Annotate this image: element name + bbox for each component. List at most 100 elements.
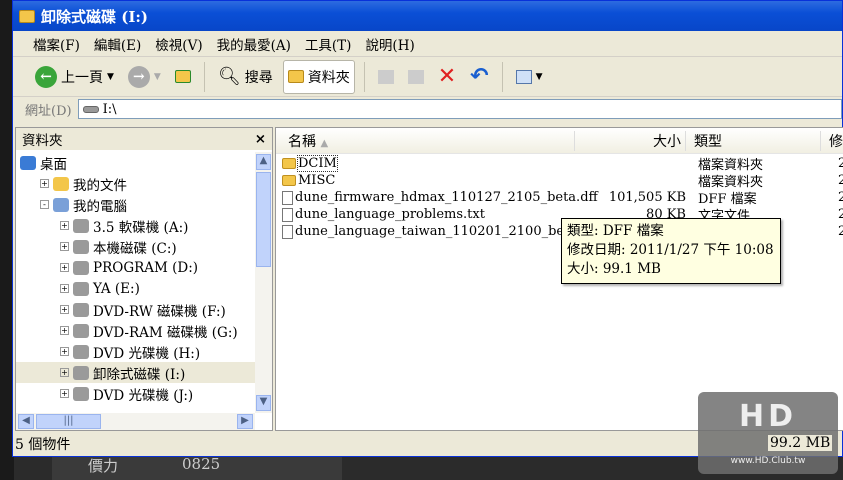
- file-name: dune_firmware_hdmax_110127_2105_beta.dff: [295, 190, 598, 205]
- folder-icon: [282, 175, 296, 186]
- delete-button[interactable]: ✕: [434, 60, 460, 94]
- file-date: 2: [838, 156, 843, 171]
- dropdown-icon[interactable]: ▼: [154, 72, 161, 82]
- delete-x-icon: ✕: [437, 64, 457, 89]
- back-button[interactable]: ← 上一頁 ▼: [31, 60, 118, 94]
- tree-item[interactable]: - 我的電腦: [16, 194, 255, 215]
- scroll-left-button[interactable]: ◀: [18, 414, 34, 429]
- views-icon: [515, 69, 532, 84]
- scroll-thumb[interactable]: [256, 172, 271, 267]
- column-name[interactable]: 名稱 ▲: [276, 131, 574, 151]
- folders-button[interactable]: 資料夾: [282, 59, 355, 94]
- search-button[interactable]: 🔍︎ 搜尋: [214, 60, 277, 94]
- tree-item[interactable]: + DVD-RAM 磁碟機 (G:): [16, 320, 255, 341]
- horizontal-scrollbar[interactable]: ◀ ||| ▶: [16, 413, 255, 430]
- expand-icon[interactable]: +: [60, 347, 69, 356]
- expand-icon[interactable]: +: [40, 179, 49, 188]
- back-arrow-icon: ←: [35, 65, 57, 88]
- tree-item[interactable]: + PROGRAM (D:): [16, 257, 255, 278]
- tree-item[interactable]: + DVD 光碟機 (H:): [16, 341, 255, 362]
- txt-icon: [282, 207, 293, 222]
- expand-icon[interactable]: +: [60, 368, 69, 377]
- tree-item[interactable]: +3.5 軟碟機 (A:): [16, 215, 255, 236]
- txt-icon: [282, 224, 293, 239]
- column-type[interactable]: 類型: [684, 130, 820, 151]
- vertical-scrollbar[interactable]: ▲ ▼: [255, 152, 272, 413]
- folder-tree-pane: 資料夾 × 桌面 + 我的文件 - 我的電腦 +3.5 軟碟機 (A:) + 本機磁碟 (C:)…: [15, 127, 273, 431]
- drive-icon: [73, 260, 89, 275]
- menu-bar: 檔案(F) 編輯(E) 檢視(V) 我的最愛(A) 工具(T) 說明(H): [13, 31, 842, 57]
- undo-button[interactable]: ↶: [466, 60, 492, 94]
- address-bar: 網址(D) I:\: [13, 97, 842, 121]
- collapse-icon[interactable]: -: [40, 200, 49, 209]
- address-input[interactable]: I:\: [77, 99, 842, 119]
- dff-icon: [282, 190, 293, 205]
- file-type: DFF 檔案: [698, 192, 757, 207]
- tree-item[interactable]: + DVD-RW 磁碟機 (F:): [16, 299, 255, 320]
- column-date[interactable]: 修: [820, 130, 843, 151]
- scroll-up-button[interactable]: ▲: [256, 154, 271, 170]
- expand-icon[interactable]: +: [60, 389, 69, 398]
- address-value: I:\: [102, 101, 117, 117]
- folder-icon: [19, 9, 35, 23]
- scroll-down-button[interactable]: ▼: [256, 395, 271, 411]
- expand-icon[interactable]: +: [60, 305, 69, 314]
- bg-text: 價力: [88, 457, 119, 475]
- file-size: [576, 172, 686, 189]
- tree-item-label: 我的文件: [73, 177, 127, 194]
- menu-item[interactable]: 檔案(F): [33, 34, 80, 54]
- tree-item-label: DVD 光碟機 (J:): [93, 387, 194, 404]
- views-button[interactable]: ▼: [512, 60, 547, 94]
- file-name: dune_language_problems.txt: [295, 207, 485, 222]
- expand-icon[interactable]: +: [60, 242, 69, 251]
- file-date: 2: [838, 190, 843, 205]
- menu-item[interactable]: 檢視(V): [155, 34, 202, 54]
- forward-arrow-icon: →: [127, 65, 150, 88]
- undo-icon: ↶: [470, 64, 489, 89]
- file-size: [576, 155, 686, 172]
- file-tooltip: 類型: DFF 檔案 修改日期: 2011/1/27 下午 10:08 大小: …: [561, 218, 781, 284]
- file-row[interactable]: dune_firmware_hdmax_110127_2105_beta.dff: [282, 189, 598, 206]
- pane-title: 資料夾: [22, 133, 63, 149]
- close-pane-button[interactable]: ×: [255, 131, 266, 147]
- column-size[interactable]: 大小: [573, 130, 685, 151]
- expand-icon[interactable]: +: [60, 221, 69, 230]
- title-bar[interactable]: 卸除式磁碟 (I:): [13, 1, 842, 31]
- tree-item-label: DVD-RAM 磁碟機 (G:): [93, 324, 238, 341]
- scroll-right-button[interactable]: ▶: [237, 414, 253, 429]
- file-row[interactable]: dune_language_problems.txt: [282, 206, 485, 223]
- tree-item[interactable]: + 卸除式磁碟 (I:): [16, 362, 255, 383]
- toolbar: ← 上一頁 ▼ → ▼ 🔍︎ 搜尋 資料夾 ✕ ↶ ▼: [13, 57, 842, 97]
- tree-item-label: DVD 光碟機 (H:): [93, 345, 201, 362]
- menu-item[interactable]: 我的最愛(A): [217, 34, 291, 54]
- up-folder-button[interactable]: [171, 60, 195, 94]
- file-row[interactable]: dune_language_taiwan_110201_2100_beta.tx…: [282, 223, 599, 240]
- file-row[interactable]: MISC: [282, 172, 335, 189]
- tree-item[interactable]: 桌面: [16, 152, 255, 173]
- expand-icon[interactable]: +: [60, 326, 69, 335]
- expand-icon[interactable]: +: [60, 284, 69, 293]
- tree-item[interactable]: + YA (E:): [16, 278, 255, 299]
- tree-item[interactable]: + 本機磁碟 (C:): [16, 236, 255, 257]
- divider: [501, 61, 503, 92]
- drive-icon: [82, 105, 99, 113]
- expand-icon[interactable]: +: [60, 263, 69, 272]
- file-name: MISC: [298, 173, 336, 188]
- menu-item[interactable]: 說明(H): [365, 34, 414, 54]
- file-row[interactable]: DCIM: [282, 155, 338, 172]
- menu-item[interactable]: 編輯(E): [94, 34, 141, 54]
- forward-button[interactable]: → ▼: [124, 60, 165, 94]
- divider: [363, 61, 365, 92]
- tree-item-label: 我的電腦: [73, 198, 127, 215]
- tree-item[interactable]: + 我的文件: [16, 173, 255, 194]
- drive-icon: [73, 344, 89, 359]
- tree-item-label: PROGRAM (D:): [93, 259, 199, 276]
- file-type: 檔案資料夾: [698, 175, 764, 190]
- copy-to-button[interactable]: [404, 60, 428, 94]
- tree-item[interactable]: + DVD 光碟機 (J:): [16, 383, 255, 404]
- dropdown-icon[interactable]: ▼: [107, 72, 114, 82]
- menu-item[interactable]: 工具(T): [305, 34, 352, 54]
- scroll-thumb[interactable]: |||: [36, 414, 101, 429]
- tree-item-label: 本機磁碟 (C:): [93, 240, 177, 257]
- move-to-button[interactable]: [374, 60, 398, 94]
